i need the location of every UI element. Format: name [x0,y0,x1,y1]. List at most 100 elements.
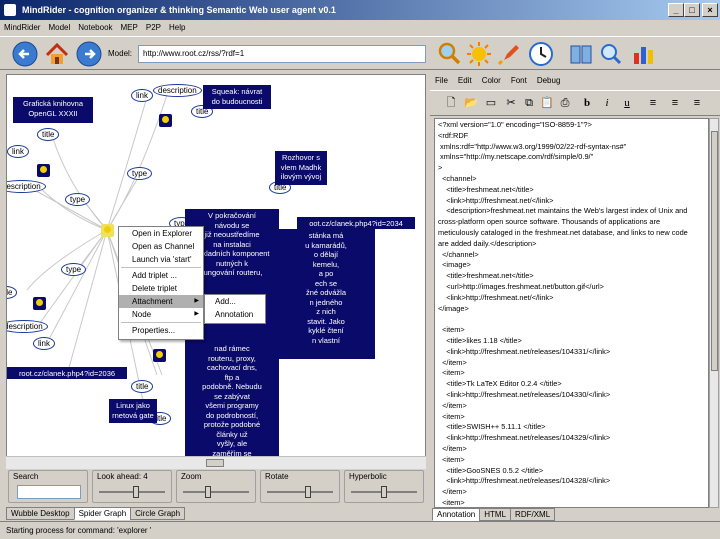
align-right-icon[interactable]: ≡ [690,96,704,110]
new-file-icon[interactable]: 🗋 [444,96,458,110]
graph-node-description[interactable]: description [153,84,202,97]
bulb-icon[interactable] [153,349,166,362]
tab-spider-graph[interactable]: Spider Graph [73,507,132,520]
maximize-button[interactable]: □ [684,3,700,17]
back-icon[interactable] [12,41,38,67]
title-bar: MindRider - cognition organizer & thinki… [0,0,720,20]
search-label: Search [13,472,39,481]
magnifier-icon[interactable] [436,41,462,67]
menu-separator [121,322,201,323]
scroll-thumb[interactable] [711,131,718,371]
forward-icon[interactable] [76,41,102,67]
menu-notebook[interactable]: Notebook [74,20,116,35]
menu-item-delete-triplet[interactable]: Delete triplet [119,282,203,295]
rdf-xml-view[interactable]: <?xml version="1.0" encoding="ISO-8859-1… [434,118,709,508]
menu-p2p[interactable]: P2P [142,20,165,35]
menu-item-attachment[interactable]: Attachment ▶ [119,295,203,308]
menu-debug[interactable]: Debug [532,74,566,87]
hyperbolic-slider[interactable] [351,486,417,498]
menu-edit[interactable]: Edit [453,74,477,87]
graph-label-box[interactable]: root.cz/clanek.php4?id=2036 [7,367,127,379]
graph-node-link[interactable]: link [7,145,30,158]
close-button[interactable]: × [702,3,718,17]
minimize-button[interactable]: _ [668,3,684,17]
clock-icon[interactable] [528,41,554,67]
save-icon[interactable]: ▭ [484,96,498,110]
menu-item-launch-start[interactable]: Launch via 'start' [119,253,203,266]
model-url-input[interactable]: http://www.root.cz/rss/?rdf=1 [138,45,426,63]
open-folder-icon[interactable]: 📂 [464,96,478,110]
slider-thumb[interactable] [305,486,311,498]
horizontal-scrollbar[interactable] [6,456,426,469]
menu-item-node[interactable]: Node ▶ [119,308,203,321]
menu-item-open-explorer[interactable]: Open in Explorer [119,227,203,240]
home-icon[interactable] [44,41,70,67]
spider-graph-canvas[interactable]: link description title link title type t… [6,74,426,469]
submenu-item-annotation[interactable]: Annotation [205,308,265,321]
copy-icon[interactable]: ⧉ [522,96,536,110]
lookahead-slider[interactable] [99,486,165,498]
submenu-arrow-icon: ▶ [194,298,199,304]
tab-circle-graph[interactable]: Circle Graph [130,507,186,520]
graph-node-type[interactable]: type [127,167,153,180]
cut-icon[interactable]: ✂ [504,96,518,110]
submenu-arrow-icon: ▶ [194,311,199,317]
vertical-scrollbar[interactable] [709,118,719,508]
editor-tabs: Annotation HTML RDF/XML [432,508,556,521]
hyperbolic-label: Hyperbolic [349,472,387,481]
bulb-icon[interactable] [101,224,114,237]
graph-label-box[interactable]: Linux jako rnetová gate [109,399,157,423]
graph-label-box[interactable]: stánka má u kamarádů, o dělají kemelu, a… [277,229,375,359]
book-icon[interactable] [568,41,594,67]
slider-thumb[interactable] [133,486,139,498]
menu-mindrider[interactable]: MindRider [0,20,44,35]
menu-file[interactable]: File [430,74,453,87]
submenu-item-add[interactable]: Add... [205,295,265,308]
chart-icon[interactable] [630,41,656,67]
window-title: MindRider - cognition organizer & thinki… [22,5,336,15]
editor-toolbar: 🗋 📂 ▭ ✂ ⧉ 📋 ⎙ b i u ≡ ≡ ≡ [430,90,720,116]
italic-icon[interactable]: i [600,96,614,110]
editor-menu-bar: File Edit Color Font Debug [430,74,720,87]
rotate-slider[interactable] [267,486,333,498]
align-left-icon[interactable]: ≡ [646,96,660,110]
tab-html[interactable]: HTML [479,508,512,521]
graph-node-type[interactable]: type [65,193,91,206]
underline-icon[interactable]: u [620,96,634,110]
graph-label-box[interactable]: Squeak: návrat do budoucnosti [203,85,271,109]
graph-node-type[interactable]: type [61,263,87,276]
sun-icon[interactable] [466,41,492,67]
slider-thumb[interactable] [205,486,211,498]
app-icon [4,4,16,16]
tab-rdf-xml[interactable]: RDF/XML [510,508,556,521]
graph-node-link[interactable]: link [131,89,154,102]
bulb-icon[interactable] [37,164,50,177]
menu-color[interactable]: Color [477,74,506,87]
find-icon[interactable] [598,41,624,67]
graph-label-box[interactable]: Grafická knihovna OpenGL XXXII [13,97,93,123]
paste-icon[interactable]: 📋 [540,96,554,110]
print-icon[interactable]: ⎙ [558,96,572,110]
lookahead-group: Look ahead: 4 [92,470,172,503]
zoom-slider[interactable] [183,486,249,498]
graph-label-box[interactable]: oot.cz/clanek.php4?id=2034 [297,217,415,229]
scroll-thumb[interactable] [206,459,224,467]
graph-node-link[interactable]: link [33,337,56,350]
align-center-icon[interactable]: ≡ [668,96,682,110]
menu-item-add-triplet[interactable]: Add triplet ... [119,269,203,282]
menu-font[interactable]: Font [506,74,532,87]
tab-wubble-desktop[interactable]: Wubble Desktop [6,507,75,520]
graph-label-box[interactable]: Rozhovor s vlem Madhk ilovým vývoj [275,151,327,185]
menu-item-properties[interactable]: Properties... [119,324,203,337]
menu-model[interactable]: Model [44,20,74,35]
menu-item-open-channel[interactable]: Open as Channel [119,240,203,253]
bulb-icon[interactable] [33,297,46,310]
menu-help[interactable]: Help [165,20,189,35]
menu-mep[interactable]: MEP [117,20,142,35]
search-input[interactable] [17,485,81,499]
bulb-icon[interactable] [159,114,172,127]
rocket-icon[interactable] [496,41,522,67]
tab-annotation[interactable]: Annotation [432,508,481,521]
bold-icon[interactable]: b [580,96,594,110]
slider-thumb[interactable] [381,486,387,498]
